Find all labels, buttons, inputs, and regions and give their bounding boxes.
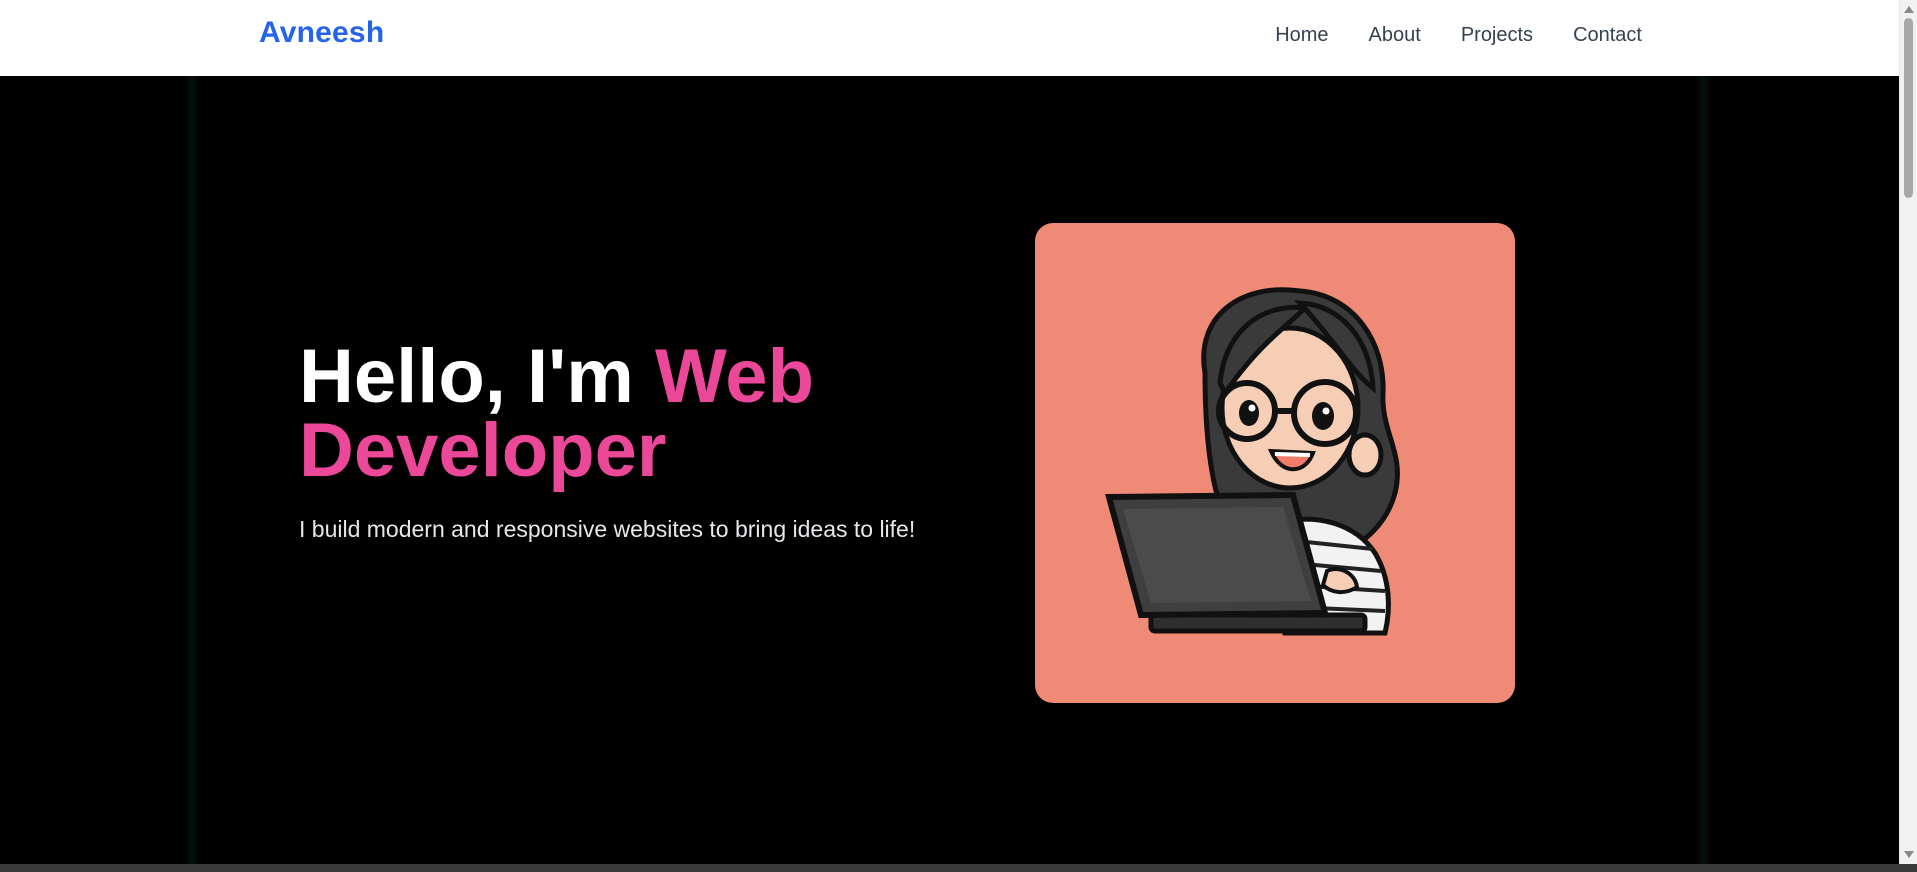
avatar-card [1035,223,1515,703]
hero-subtitle: I build modern and responsive websites t… [299,516,916,542]
vertical-scrollbar[interactable] [1899,0,1917,864]
nav-links: Home About Projects Contact [1275,24,1642,47]
scroll-up-icon[interactable] [1904,6,1914,13]
nav-link-about[interactable]: About [1369,24,1421,47]
horizontal-scrollbar[interactable] [0,864,1917,872]
nav-link-contact[interactable]: Contact [1573,24,1642,47]
hero-glow-right [1695,76,1711,864]
nav-link-projects[interactable]: Projects [1461,24,1533,47]
headline-prefix: Hello, I'm [299,334,634,419]
hero-glow-left [184,76,200,864]
brand-logo[interactable]: Avneesh [259,16,384,50]
scroll-down-icon[interactable] [1904,851,1914,858]
developer-avatar-illustration [1105,287,1400,636]
scroll-thumb[interactable] [1904,18,1913,198]
nav-link-home[interactable]: Home [1275,24,1328,47]
hero-headline: Hello, I'm Web Developer [299,339,1019,489]
navbar: Avneesh Home About Projects Contact [0,0,1900,77]
hero-section: Hello, I'm Web Developer I build modern … [0,76,1900,864]
